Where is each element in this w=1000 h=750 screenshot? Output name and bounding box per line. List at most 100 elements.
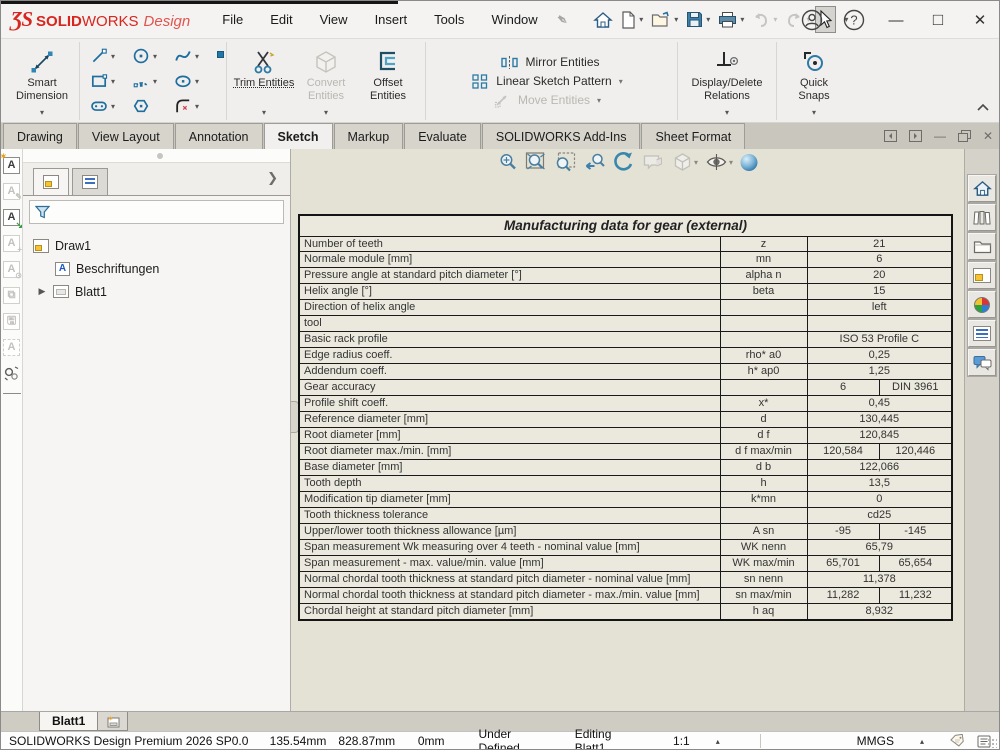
zoom-to-area-button[interactable] [525,152,547,172]
add-annotation-icon[interactable]: A+ [3,235,20,252]
menu-edit[interactable]: Edit [270,12,292,27]
maximize-button[interactable]: □ [927,10,949,30]
view-palette-button[interactable] [968,262,996,289]
menu-tools[interactable]: Tools [434,12,464,27]
move-entities-flyout[interactable]: ▾ [597,96,607,105]
new-document-button[interactable]: ▾ [618,7,646,33]
graphics-area[interactable]: ▾ ▾ Manufacturing data for gear (externa… [291,149,964,711]
annotation-link-icon[interactable]: A⊙ [3,261,20,278]
file-explorer-button[interactable] [968,233,996,260]
paste-annotation-icon[interactable]: ⧉ [3,287,20,304]
spline-tool[interactable]: ▾ [170,47,212,65]
rotate-view-button[interactable] [612,151,634,173]
sheet-tab-blatt1[interactable]: Blatt1 [39,712,98,731]
new-note-icon[interactable]: A✶ [3,157,20,174]
3d-drawing-view-button[interactable] [641,152,665,172]
edit-annotation-icon[interactable]: A✎ [3,183,20,200]
tab-view-layout[interactable]: View Layout [78,123,174,149]
save-button[interactable]: ▾ [683,7,713,32]
close-button[interactable]: ✕ [969,11,991,29]
collapse-pane-right-icon[interactable] [909,130,922,142]
display-style-button[interactable]: ▾ [672,152,698,172]
taskpane-home-button[interactable] [968,175,996,202]
tab-markup[interactable]: Markup [334,123,404,149]
circle-tool[interactable]: ▾ [128,47,170,65]
tab-solidworks-addins[interactable]: SOLIDWORKS Add-Ins [482,123,641,149]
rectangle-tool[interactable]: ▾ [86,72,128,90]
line-tool[interactable]: ▾ [86,47,128,65]
resize-grip[interactable] [987,738,997,748]
doc-restore-icon[interactable] [958,130,971,142]
menu-view[interactable]: View [320,12,348,27]
slot-tool[interactable]: ▾ [86,97,128,115]
design-library-button[interactable] [968,204,996,231]
add-sheet-tab[interactable]: ✶ [98,712,128,731]
linear-sketch-pattern-button[interactable]: Linear Sketch Pattern ▾ [472,74,628,89]
sheet-scale-value[interactable]: 1:1 [673,734,690,748]
tab-drawing[interactable]: Drawing [3,123,77,149]
tree-item-blatt1[interactable]: ▶ Blatt1 [23,280,290,303]
appearances-scenes-button[interactable] [968,291,996,318]
property-list-tab[interactable] [72,168,108,195]
quick-snaps-button[interactable]: Quick Snaps ▾ [783,43,845,119]
trim-entities-button[interactable]: Trim Entities ▾ [233,43,295,119]
home-button[interactable] [590,7,616,33]
doc-close-icon[interactable]: ✕ [983,129,993,143]
expander-icon[interactable]: ▶ [37,286,47,297]
units-dropdown-caret[interactable]: ▴ [920,737,924,746]
convert-entities-button[interactable]: Convert Entities ▾ [295,43,357,119]
menu-insert[interactable]: Insert [375,12,408,27]
scale-dropdown-caret[interactable]: ▴ [716,737,720,746]
tags-icon[interactable] [950,734,967,748]
tab-sketch[interactable]: Sketch [264,123,333,149]
tab-sheet-format[interactable]: Sheet Format [641,123,745,149]
print-button[interactable]: ▾ [715,7,747,32]
comments-button[interactable] [968,349,996,376]
gear-tools-icon[interactable] [3,365,20,382]
linear-pattern-flyout[interactable]: ▾ [619,77,629,86]
tree-filter-box[interactable] [29,200,284,224]
menu-file[interactable]: File [222,12,243,27]
doc-minimize-icon[interactable]: — [934,129,946,143]
panel-splitter[interactable] [23,149,290,163]
polygon-tool[interactable] [128,97,170,115]
display-delete-relations-button[interactable]: Display/Delete Relations ▾ [684,43,770,119]
insert-annotation-icon[interactable]: A↘ [3,209,20,226]
user-account-icon[interactable] [801,9,823,31]
smart-dimension-button[interactable]: Smart Dimension ▾ [11,43,73,119]
arc-tool[interactable]: ▾ [128,72,170,90]
mirror-entities-button[interactable]: Mirror Entities [501,55,599,70]
ellipse-tool[interactable]: ▾ [170,72,212,90]
panel-expand-chevron[interactable]: ❯ [267,170,278,186]
open-document-button[interactable]: ▾ [648,7,681,32]
collapse-pane-left-icon[interactable] [884,130,897,142]
zoom-to-selection-button[interactable] [554,152,576,172]
table-row: Direction of helix angleleft [299,300,952,316]
pin-menu-icon[interactable]: ✒ [551,9,572,31]
custom-properties-button[interactable] [968,320,996,347]
apply-scene-button[interactable] [740,154,757,171]
save-annotations-icon[interactable]: 🖫 [3,313,20,330]
help-icon[interactable]: ? [843,9,865,31]
feature-tree-tab[interactable] [33,168,69,195]
row-value: 0,25 [807,348,952,364]
tree-item-annotations[interactable]: A Beschriftungen [23,257,290,280]
zoom-to-fit-button[interactable] [498,152,518,172]
row-value: cd25 [807,507,952,523]
row-symbol: h [720,476,807,492]
tab-annotation[interactable]: Annotation [175,123,263,149]
undo-button[interactable]: ▾ [749,8,780,32]
ribbon-collapse-chevron[interactable] [977,98,989,116]
fillet-tool[interactable]: ▾ [170,97,212,115]
minimize-button[interactable]: — [885,12,907,29]
menu-window[interactable]: Window [491,12,537,27]
tree-item-draw1[interactable]: Draw1 [23,234,290,257]
annotation-area-icon[interactable]: A [3,339,20,356]
move-entities-button[interactable]: Move Entities ▾ [494,93,607,108]
point-tool[interactable] [217,51,224,58]
previous-view-button[interactable] [583,152,605,172]
hide-show-items-button[interactable]: ▾ [705,153,733,171]
tab-evaluate[interactable]: Evaluate [404,123,481,149]
offset-entities-button[interactable]: Offset Entities [357,43,419,119]
unit-system-value[interactable]: MMGS [857,734,894,748]
